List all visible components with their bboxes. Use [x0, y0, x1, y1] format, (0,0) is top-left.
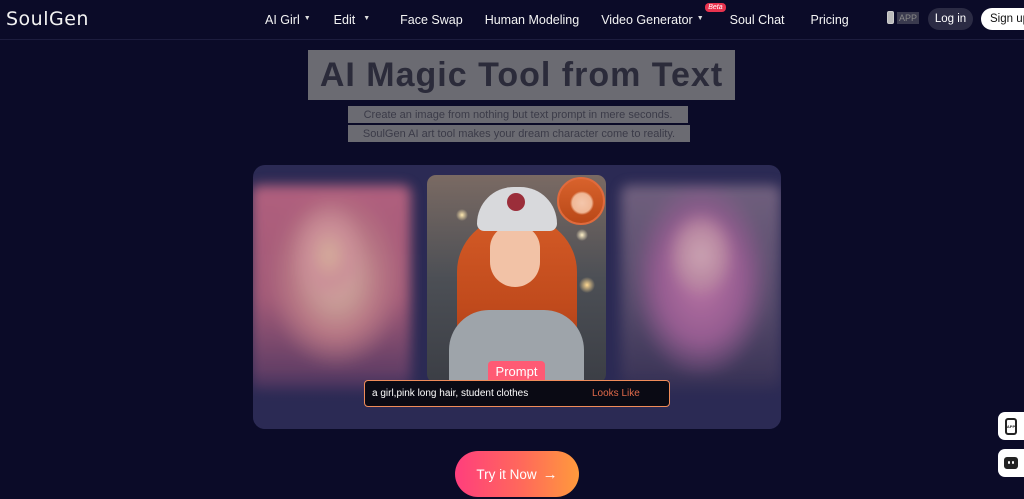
- arrow-right-icon: →: [542, 465, 558, 483]
- menu-face-swap[interactable]: Face Swap: [400, 13, 463, 27]
- subtitle-line-2: SoulGen AI art tool makes your dream cha…: [348, 125, 690, 142]
- app-download-link[interactable]: APP: [887, 11, 920, 24]
- menu-pricing-label: Pricing: [810, 13, 849, 27]
- blurred-sample-image-right: [621, 185, 781, 390]
- prompt-box: a girl,pink long hair, student clothes L…: [364, 380, 670, 407]
- prompt-tag: Prompt: [488, 361, 545, 381]
- prompt-text: a girl,pink long hair, student clothes: [372, 388, 529, 399]
- phone-icon: [887, 11, 894, 24]
- chat-bot-icon: [1004, 457, 1018, 469]
- caret-down-icon: ▼: [303, 14, 311, 22]
- menu-ai-girl-label: AI Girl: [265, 13, 300, 27]
- menu-ai-girl[interactable]: AI Girl ▼: [265, 13, 311, 27]
- floating-app-button[interactable]: APP: [998, 412, 1024, 440]
- menu-edit[interactable]: Edit ▼: [334, 13, 370, 27]
- image-face: [490, 225, 540, 287]
- login-button[interactable]: Log in: [928, 8, 973, 30]
- reference-face-avatar: [557, 177, 605, 225]
- caret-down-icon: ▼: [363, 14, 371, 22]
- signup-button[interactable]: Sign up: [981, 8, 1024, 30]
- menu-edit-label: Edit: [333, 13, 356, 27]
- blurred-sample-image-left: [253, 185, 411, 390]
- subtitle-line-1: Create an image from nothing but text pr…: [348, 106, 688, 123]
- menu-soul-chat[interactable]: Soul Chat: [730, 13, 785, 27]
- logo[interactable]: SoulGen: [6, 8, 89, 30]
- caret-down-icon: ▼: [696, 14, 704, 22]
- top-nav: SoulGen AI Girl ▼ Edit ▼ Face Swap Human…: [0, 0, 1024, 40]
- menu-soul-chat-label: Soul Chat: [729, 13, 785, 27]
- try-it-now-button[interactable]: Try it Now →: [455, 451, 579, 497]
- menu-human-modeling[interactable]: Human Modeling: [485, 13, 580, 27]
- looks-like-label: Looks Like: [592, 388, 640, 399]
- main-menu: AI Girl ▼ Edit ▼ Face Swap Human Modelin…: [265, 0, 872, 40]
- page-title: AI Magic Tool from Text: [308, 50, 735, 100]
- phone-app-icon: APP: [1005, 417, 1017, 435]
- beta-badge: Beta: [705, 3, 726, 12]
- floating-app-label: APP: [1006, 423, 1016, 429]
- menu-video-generator-label: Video Generator: [601, 13, 693, 27]
- app-label: APP: [897, 11, 920, 24]
- try-it-now-label: Try it Now: [476, 466, 537, 482]
- menu-video-generator[interactable]: Video Generator ▼ Beta: [601, 3, 726, 27]
- menu-human-modeling-label: Human Modeling: [484, 13, 580, 27]
- image-cap-badge: [507, 193, 525, 211]
- floating-chat-button[interactable]: [998, 449, 1024, 477]
- menu-pricing[interactable]: Pricing: [811, 13, 849, 27]
- menu-face-swap-label: Face Swap: [400, 13, 463, 27]
